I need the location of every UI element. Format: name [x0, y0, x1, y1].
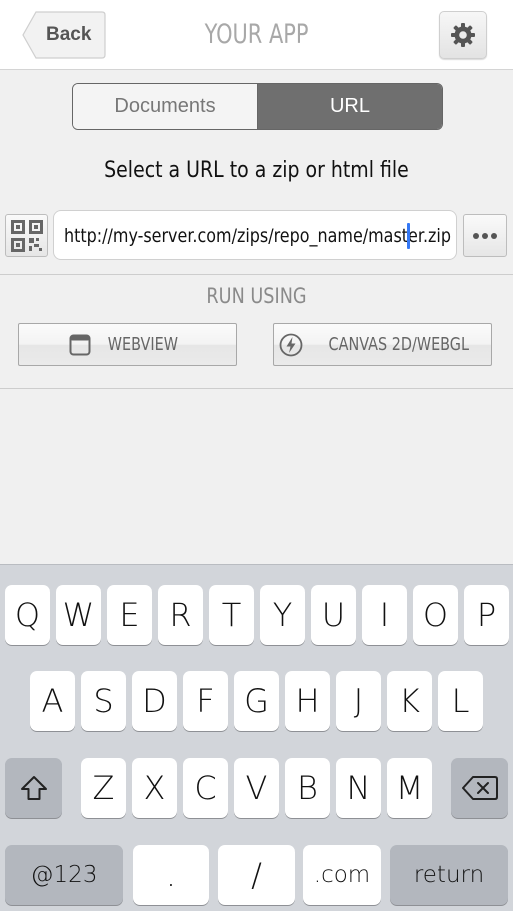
slash-key[interactable]: / — [218, 845, 295, 905]
dot-key[interactable]: . — [133, 845, 209, 905]
webview-button-label: WEBVIEW — [107, 334, 178, 355]
shift-icon — [20, 776, 47, 800]
settings-button[interactable] — [439, 11, 487, 59]
canvas-webgl-button[interactable]: CANVAS 2D/WEBGL — [273, 323, 492, 366]
key[interactable]: V — [234, 758, 279, 818]
backspace-key[interactable] — [451, 758, 508, 818]
key[interactable]: N — [336, 758, 381, 818]
key[interactable]: C — [183, 758, 228, 818]
key[interactable]: M — [387, 758, 432, 818]
gear-icon — [451, 23, 475, 47]
key[interactable]: W — [56, 585, 101, 645]
key[interactable]: T — [209, 585, 254, 645]
more-options-button[interactable] — [463, 214, 507, 257]
key[interactable]: Z — [81, 758, 126, 818]
canvas-button-label: CANVAS 2D/WEBGL — [328, 334, 469, 355]
on-screen-keyboard: Q W E R T Y U I O P A S D F G H J K L Z … — [0, 564, 513, 911]
url-input[interactable]: http://my-server.com/zips/repo_name/mast… — [53, 210, 457, 260]
header-bar: Back YOUR APP — [0, 0, 513, 70]
page-title: YOUR APP — [204, 19, 309, 50]
text-caret — [407, 223, 410, 249]
key[interactable]: Y — [260, 585, 305, 645]
more-icon — [473, 232, 497, 239]
window-icon — [69, 334, 91, 355]
url-prompt: Select a URL to a zip or html file — [104, 158, 409, 183]
key[interactable]: U — [311, 585, 356, 645]
key[interactable]: E — [107, 585, 152, 645]
key[interactable]: S — [81, 671, 126, 731]
key[interactable]: R — [158, 585, 203, 645]
return-key[interactable]: return — [390, 845, 508, 905]
qr-scan-button[interactable] — [5, 214, 48, 257]
key[interactable]: F — [183, 671, 228, 731]
key[interactable]: H — [285, 671, 330, 731]
dot-com-key[interactable]: .com — [303, 845, 381, 905]
key[interactable]: A — [30, 671, 75, 731]
key[interactable]: K — [387, 671, 432, 731]
key[interactable]: O — [413, 585, 458, 645]
numbers-key[interactable]: @123 — [5, 845, 123, 905]
key[interactable]: X — [132, 758, 177, 818]
lightning-icon — [279, 333, 303, 356]
tab-url[interactable]: URL — [258, 84, 442, 129]
shift-key[interactable] — [5, 758, 62, 818]
key[interactable]: D — [132, 671, 177, 731]
key[interactable]: L — [438, 671, 483, 731]
url-input-value: http://my-server.com/zips/repo_name/mast… — [64, 225, 451, 247]
tab-documents[interactable]: Documents — [73, 84, 258, 129]
key[interactable]: G — [234, 671, 279, 731]
source-segmented-control: Documents URL — [72, 83, 443, 130]
run-using-label: RUN USING — [206, 284, 307, 308]
key[interactable]: J — [336, 671, 381, 731]
key[interactable]: I — [362, 585, 407, 645]
key[interactable]: B — [285, 758, 330, 818]
divider — [0, 388, 513, 389]
key[interactable]: P — [464, 585, 509, 645]
backspace-icon — [461, 776, 498, 800]
divider — [0, 274, 513, 275]
key[interactable]: Q — [5, 585, 50, 645]
webview-button[interactable]: WEBVIEW — [18, 323, 237, 366]
qr-code-icon — [10, 219, 43, 252]
